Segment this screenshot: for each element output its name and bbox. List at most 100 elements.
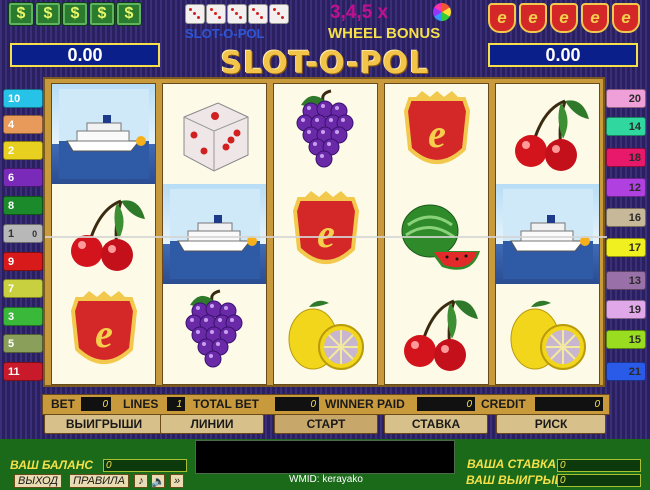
line-button-8[interactable]: 8 (3, 196, 43, 215)
svg-text:e: e (95, 311, 113, 356)
rules-button[interactable]: ПРАВИЛА (69, 474, 129, 488)
line-button-18[interactable]: 18 (606, 148, 646, 167)
line-button-label: 9 (8, 255, 15, 268)
wheel-bonus-label: WHEEL BONUS (328, 25, 441, 42)
e-badge-symbol: e (274, 184, 377, 284)
reel-4: e (384, 83, 489, 385)
sound-icon[interactable]: 🔈 (151, 474, 165, 488)
line-button-13[interactable]: 13 (606, 271, 646, 290)
your-bet-label: ВАША СТАВКА (467, 457, 557, 471)
e-badge-symbol: e (385, 84, 488, 184)
line-button-3[interactable]: 3 (3, 307, 43, 326)
start-button[interactable]: СТАРТ (274, 414, 378, 434)
line-button-4[interactable]: 4 (3, 115, 43, 134)
e-badge-icon: e (519, 3, 547, 33)
line-button-17[interactable]: 17 (606, 238, 646, 257)
e-badge-group: e e e e e (488, 3, 640, 33)
lemon-icon (288, 300, 364, 370)
ship-symbol (163, 184, 266, 284)
grapes-icon (296, 89, 353, 168)
lines-label: LINES (123, 397, 159, 411)
e-badge-icon: e (581, 3, 609, 33)
dice-icon (227, 4, 247, 24)
dice-icon (183, 102, 248, 172)
reel-1: e (51, 83, 156, 385)
svg-text:e: e (428, 111, 446, 156)
lemon-symbol (274, 284, 377, 384)
lemon-icon (510, 300, 586, 370)
line-button-2[interactable]: 2 (3, 141, 43, 160)
reel-5 (495, 83, 600, 385)
line-button-21[interactable]: 21 (606, 362, 646, 381)
line-button-11[interactable]: 11 (3, 362, 43, 381)
wmid-label: WMID: kerayako (289, 474, 363, 485)
line-button-14[interactable]: 14 (606, 117, 646, 136)
grapes-symbol (163, 284, 266, 384)
line-button-label: 4 (8, 118, 15, 131)
cherries-icon (70, 199, 145, 271)
line-button-label: 6 (8, 171, 15, 184)
credit-value: 0 (535, 397, 603, 411)
money-icon: $ (116, 2, 142, 26)
e-badge-icon: e (488, 3, 516, 33)
ship-icon (58, 89, 149, 179)
bet-label: BET (51, 397, 75, 411)
bet-button[interactable]: СТАВКА (384, 414, 488, 434)
total-bet-value: 0 (275, 397, 319, 411)
line-button-15[interactable]: 15 (606, 330, 646, 349)
dice-icon (185, 4, 205, 24)
line-button-6[interactable]: 6 (3, 168, 43, 187)
winner-paid-label: WINNER PAID (325, 397, 405, 411)
exit-button[interactable]: ВЫХОД (14, 474, 62, 488)
line-button-label: 7 (8, 282, 15, 295)
risk-button[interactable]: РИСК (496, 414, 606, 434)
line-button-label: 5 (8, 337, 15, 350)
fast-forward-icon[interactable]: » (170, 474, 184, 488)
game-title: SLOT-O-POL (220, 46, 430, 81)
lines-value: 1 (167, 397, 185, 411)
total-bet-label: TOTAL BET (193, 397, 259, 411)
wheel-multipliers: 3,4,5 x (330, 2, 389, 23)
ship-icon (502, 189, 593, 279)
your-bet-field: 0 (557, 459, 641, 472)
dice-symbol (163, 84, 266, 184)
cherries-symbol (496, 84, 599, 184)
cherries-symbol (52, 184, 155, 284)
line-button-20[interactable]: 20 (606, 89, 646, 108)
e-badge-icon: e (612, 3, 640, 33)
music-icon[interactable]: ♪ (134, 474, 148, 488)
line-button-label: 3 (8, 310, 15, 323)
line-button-7[interactable]: 7 (3, 279, 43, 298)
line-button-10[interactable]: 10 (3, 89, 43, 108)
credit-label: CREDIT (481, 397, 526, 411)
line-button-label: 8 (8, 199, 15, 212)
line-button-label: 11 (8, 365, 20, 378)
line-1-value: 0 (32, 228, 38, 239)
cherries-icon (403, 299, 478, 371)
dice-icon (206, 4, 226, 24)
line-button-9[interactable]: 9 (3, 252, 43, 271)
line-button-1[interactable]: 10 (3, 224, 43, 243)
line-button-5[interactable]: 5 (3, 334, 43, 353)
money-icon: $ (62, 2, 88, 26)
right-value-display: 0.00 (488, 43, 638, 67)
reel-frame: e e e (43, 77, 607, 387)
money-icon: $ (8, 2, 34, 26)
reel-2 (162, 83, 267, 385)
grapes-symbol (274, 84, 377, 184)
line-button-12[interactable]: 12 (606, 178, 646, 197)
line-button-16[interactable]: 16 (606, 208, 646, 227)
line-button-label: 10 (8, 92, 21, 105)
your-win-label: ВАШ ВЫИГРЫШ (466, 473, 567, 487)
winner-paid-value: 0 (417, 397, 475, 411)
lines-button[interactable]: ЛИНИИ (160, 414, 264, 434)
svg-text:e: e (317, 211, 335, 256)
balance-field: 0 (103, 459, 187, 472)
watermelon-symbol (385, 184, 488, 284)
e-badge-icon: e (550, 3, 578, 33)
ship-symbol (496, 184, 599, 284)
line-button-19[interactable]: 19 (606, 300, 646, 319)
wins-button[interactable]: ВЫИГРЫШИ (44, 414, 164, 434)
money-icon-group: $ $ $ $ $ (8, 2, 142, 26)
grapes-icon (185, 289, 242, 368)
